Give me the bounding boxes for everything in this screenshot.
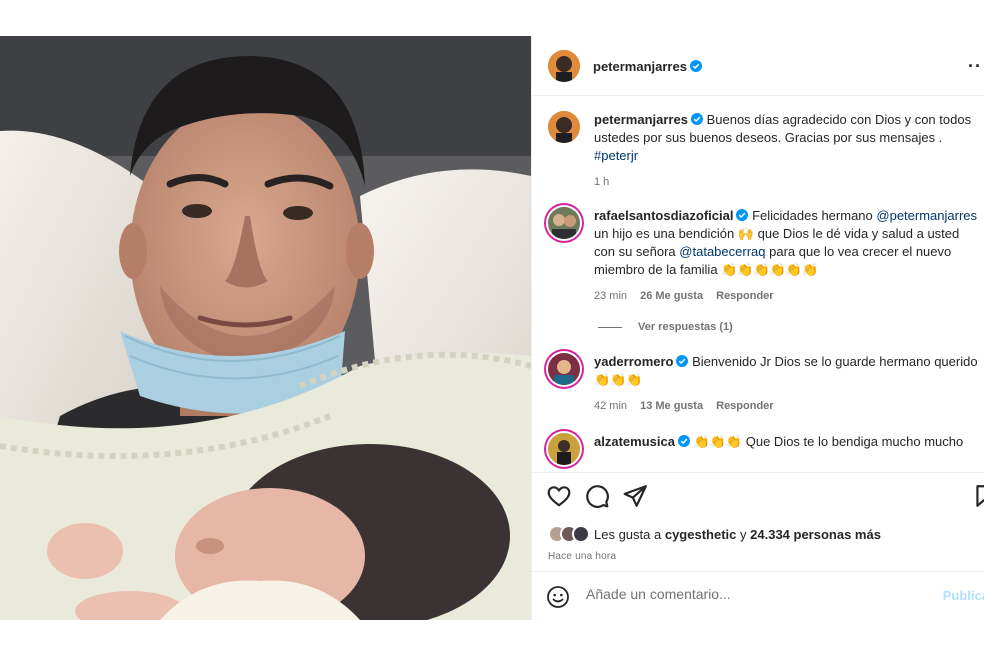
verified-badge-icon — [689, 60, 702, 72]
comment-likes[interactable]: 26 Me gusta — [640, 290, 703, 302]
caption-username[interactable]: petermanjarres — [594, 112, 688, 127]
emoji-icon[interactable] — [546, 585, 570, 609]
post-side-panel: petermanjarres ·· petermanjarres Buenos … — [531, 36, 984, 620]
commenter-avatar[interactable] — [548, 207, 580, 239]
comment-time: 23 min — [594, 290, 628, 302]
post-image — [0, 36, 531, 620]
author-avatar[interactable] — [548, 111, 580, 143]
comment-time: 42 min — [594, 400, 628, 412]
mention-link[interactable]: @petermanjarres — [876, 208, 977, 223]
caption-time: 1 h — [594, 176, 610, 188]
verified-badge-icon — [736, 209, 749, 221]
more-icon[interactable]: ·· — [968, 56, 982, 77]
comment-meta: 42 min 13 Me gusta Responder — [594, 397, 978, 415]
bookmark-icon[interactable] — [972, 483, 984, 509]
commenter-avatar[interactable] — [548, 433, 580, 465]
author-avatar[interactable] — [548, 50, 580, 82]
likes-count[interactable]: 24.334 personas más — [750, 527, 881, 542]
verified-badge-icon — [676, 355, 689, 367]
verified-badge-icon — [690, 113, 703, 125]
likes-joiner: y — [740, 526, 747, 542]
author-username[interactable]: petermanjarres — [593, 59, 702, 74]
post-photo[interactable] — [0, 36, 531, 620]
likes-prefix: Les gusta a — [594, 526, 662, 542]
view-replies-button[interactable]: Ver respuestas (1) — [598, 321, 733, 333]
add-comment-bar: Publica — [532, 571, 984, 620]
likes-text: Les gusta a cygesthetic y 24.334 persona… — [594, 527, 881, 542]
post-header: petermanjarres ·· — [532, 36, 984, 96]
view-replies-label[interactable]: Ver respuestas (1) — [638, 321, 733, 333]
liker-avatar — [572, 525, 590, 543]
commenter-username[interactable]: alzatemusica — [594, 434, 675, 449]
reply-button[interactable]: Responder — [716, 400, 773, 412]
hashtag-link[interactable]: #peterjr — [594, 148, 638, 163]
comment-input[interactable] — [586, 586, 926, 602]
publish-button[interactable]: Publica — [943, 588, 984, 603]
post-timestamp[interactable]: Hace una hora — [548, 551, 616, 562]
commenter-avatar[interactable] — [548, 353, 580, 385]
comment-text: 👏👏👏 Que Dios te lo bendiga mucho mucho — [693, 434, 964, 449]
replies-divider — [598, 326, 622, 328]
commenter-username[interactable]: yaderromero — [594, 354, 673, 369]
comment-icon[interactable] — [584, 483, 610, 509]
reply-button[interactable]: Responder — [716, 290, 773, 302]
heart-icon[interactable] — [546, 483, 572, 509]
comment-meta: 23 min 26 Me gusta Responder — [594, 287, 978, 305]
caption-meta: 1 h — [594, 173, 978, 191]
likes-summary[interactable]: Les gusta a cygesthetic y 24.334 persona… — [548, 525, 881, 543]
comment-likes[interactable]: 13 Me gusta — [640, 400, 703, 412]
mention-link[interactable]: @tatabecerraq — [679, 244, 765, 259]
author-username-text[interactable]: petermanjarres — [593, 59, 687, 74]
comment-text: Felicidades hermano — [752, 208, 873, 223]
liker-username[interactable]: cygesthetic — [665, 527, 737, 542]
send-icon[interactable] — [622, 483, 648, 509]
verified-badge-icon — [677, 435, 690, 447]
comments-list[interactable]: petermanjarres Buenos días agradecido co… — [532, 97, 984, 471]
commenter-username[interactable]: rafaelsantosdiazoficial — [594, 208, 733, 223]
